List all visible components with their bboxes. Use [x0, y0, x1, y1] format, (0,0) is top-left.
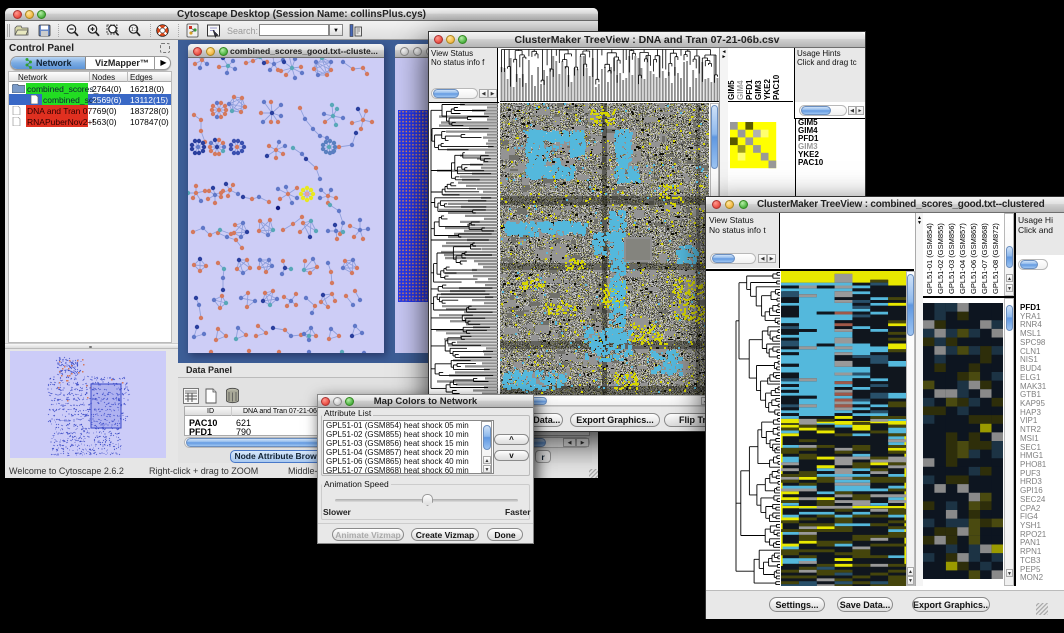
- svg-text:1:1: 1:1: [131, 27, 138, 33]
- svg-text:GPL51-08 (GSM872): GPL51-08 (GSM872): [991, 223, 1000, 294]
- svg-text:GPL51-03 (GSM856): GPL51-03 (GSM856): [947, 223, 956, 294]
- svg-text:GPL51-04 (GSM857): GPL51-04 (GSM857): [958, 223, 967, 294]
- svg-text:GPL51-06 (GSM865): GPL51-06 (GSM865): [969, 223, 978, 294]
- svg-text:GIM5: GIM5: [728, 80, 736, 100]
- svg-text:GPL51-02 (GSM855): GPL51-02 (GSM855): [936, 223, 945, 294]
- svg-text:PAC10: PAC10: [772, 74, 781, 100]
- svg-text:PFD1: PFD1: [745, 79, 754, 100]
- svg-text:GIM4: GIM4: [736, 80, 745, 100]
- svg-text:GPL51-07 (GSM868): GPL51-07 (GSM868): [980, 223, 989, 294]
- svg-text:YKE2: YKE2: [763, 79, 772, 100]
- svg-text:GIM3: GIM3: [754, 80, 763, 100]
- svg-text:GPL51-01 (GSM854): GPL51-01 (GSM854): [925, 223, 934, 294]
